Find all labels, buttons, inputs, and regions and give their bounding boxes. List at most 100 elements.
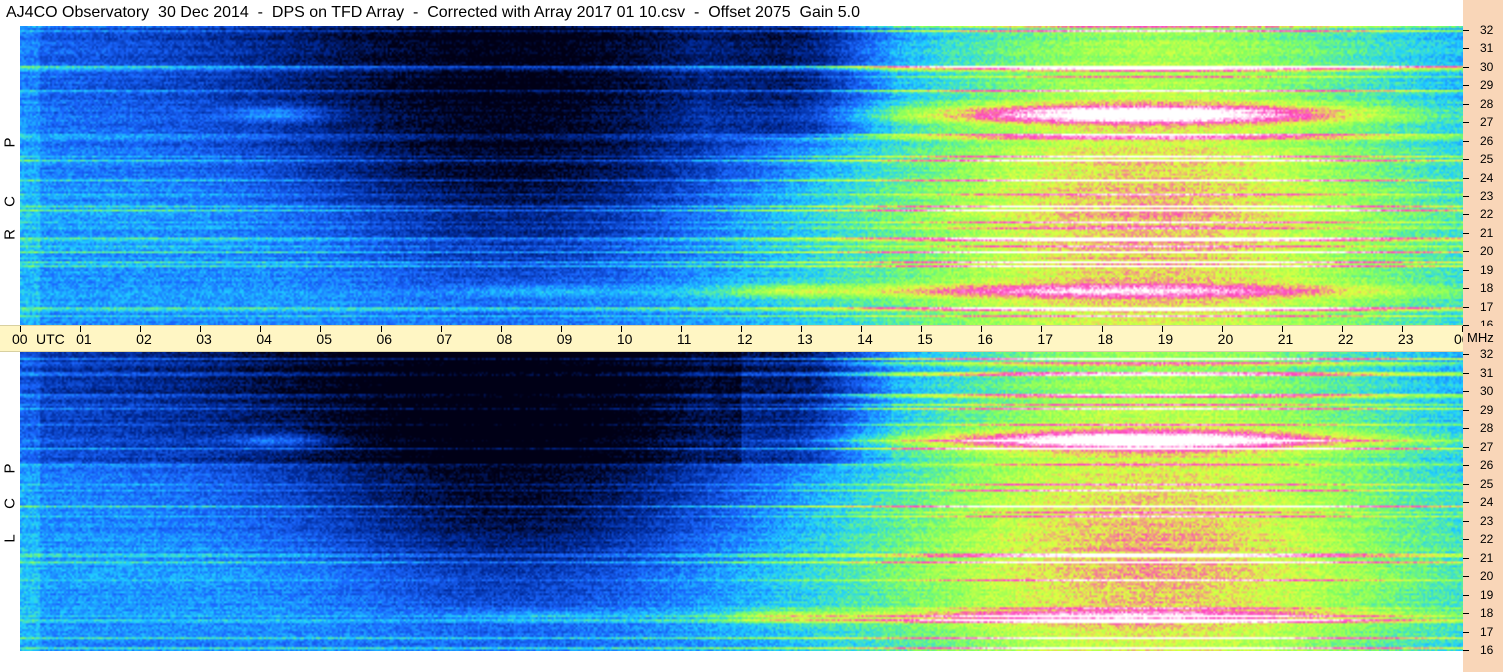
frequency-tick-label: 16	[1480, 643, 1494, 657]
frequency-tick-label: 31	[1480, 41, 1494, 56]
frequency-tick-label: 25	[1480, 476, 1494, 491]
frequency-tick	[1463, 594, 1469, 596]
frequency-tick	[1463, 631, 1469, 633]
time-tick-label: 23	[1397, 331, 1414, 347]
time-tick-label: 17	[1037, 331, 1053, 347]
frequency-tick	[1463, 85, 1469, 87]
frequency-tick-label: 20	[1480, 569, 1494, 583]
frequency-tick	[1463, 502, 1469, 503]
polarization-label-rcp: R C P	[0, 26, 20, 325]
frequency-tick	[1463, 232, 1469, 234]
frequency-tick-label: 22	[1480, 207, 1494, 222]
frequency-tick	[1463, 122, 1469, 124]
time-tick-label: 13	[797, 331, 813, 347]
time-tick-label: 20	[1217, 331, 1234, 347]
frequency-tick-label: 27	[1480, 115, 1494, 130]
time-tick-label: 03	[196, 331, 212, 347]
frequency-tick-label: 29	[1480, 402, 1494, 417]
time-tick-label: 19	[1157, 331, 1174, 347]
frequency-tick	[1463, 30, 1469, 31]
frequency-tick-label: 26	[1480, 133, 1494, 148]
frequency-tick-label: 28	[1480, 96, 1494, 111]
frequency-tick-label: 28	[1480, 421, 1494, 435]
frequency-tick	[1463, 251, 1469, 253]
frequency-tick	[1463, 214, 1469, 216]
frequency-tick-label: 26	[1480, 458, 1494, 472]
spectrogram-lcp	[20, 352, 1463, 651]
frequency-tick	[1463, 159, 1469, 161]
time-tick-label: 00	[12, 331, 28, 347]
lcp-letter-c: C	[1, 498, 19, 509]
time-axis: 00 01 02 03 04 05 06 07 08 09 10 11 12 13 14 15 16 17 18 19…	[0, 325, 1470, 352]
frequency-tick	[1463, 354, 1469, 355]
frequency-tick-label: 20	[1480, 244, 1494, 259]
frequency-tick-label: 24	[1480, 495, 1494, 509]
frequency-tick-label: 30	[1480, 59, 1494, 74]
frequency-tick	[1463, 539, 1469, 540]
frequency-tick-label: 25	[1480, 152, 1494, 167]
frequency-tick-label: 17	[1480, 624, 1494, 639]
time-tick-label: 12	[737, 331, 753, 347]
frequency-tick-label: 17	[1480, 299, 1494, 314]
time-tick-label: 01	[76, 331, 92, 347]
frequency-tick	[1463, 66, 1469, 68]
frequency-tick-label: 32	[1480, 347, 1494, 361]
time-tick-label: 04	[256, 331, 272, 347]
chart-title: AJ4CO Observatory 30 Dec 2014 - DPS on T…	[0, 0, 1463, 26]
frequency-tick	[1463, 195, 1469, 197]
lcp-letter-p: P	[1, 463, 19, 474]
frequency-axis-bottom: 32 31 30 29 28 27 26 25 24 23 22 21 20 19 18 17 16	[1463, 326, 1503, 672]
frequency-tick-label: 31	[1480, 365, 1494, 380]
frequency-tick	[1463, 650, 1469, 651]
frequency-tick	[1463, 372, 1469, 374]
frequency-tick	[1463, 103, 1469, 105]
spectrogram-rcp	[20, 26, 1463, 325]
frequency-tick-label: 22	[1480, 532, 1494, 546]
time-tick-label: 06	[376, 331, 393, 347]
time-tick-label: 07	[436, 331, 453, 347]
frequency-tick-label: 24	[1480, 170, 1494, 185]
frequency-tick	[1463, 576, 1469, 577]
frequency-tick	[1463, 48, 1469, 50]
time-tick-label: 22	[1337, 331, 1354, 347]
frequency-tick-label: 29	[1480, 78, 1494, 93]
frequency-tick	[1463, 557, 1469, 559]
time-tick-label: 08	[496, 331, 513, 347]
frequency-tick-label: 21	[1480, 550, 1494, 565]
polarization-label-lcp: L C P	[0, 352, 20, 651]
frequency-tick-label: 19	[1480, 262, 1494, 277]
time-tick-label: 21	[1277, 331, 1294, 347]
frequency-tick	[1463, 306, 1469, 308]
frequency-unit-label: MHz	[1467, 330, 1494, 345]
frequency-tick	[1463, 446, 1469, 448]
time-tick-label: 09	[556, 331, 573, 347]
time-tick-label: 16	[977, 331, 993, 347]
frequency-tick	[1463, 483, 1469, 485]
frequency-tick	[1463, 613, 1469, 614]
time-tick-label: 14	[857, 331, 873, 347]
frequency-tick-label: 18	[1480, 281, 1494, 296]
time-tick-label: 11	[676, 331, 692, 347]
frequency-tick-label: 23	[1480, 188, 1494, 203]
frequency-tick	[1463, 288, 1469, 290]
frequency-tick	[1463, 428, 1469, 429]
frequency-tick-label: 32	[1480, 23, 1494, 37]
time-tick-label: 02	[136, 331, 152, 347]
lcp-letter-l: L	[1, 534, 19, 543]
frequency-tick-label: 30	[1480, 384, 1494, 398]
time-axis-label: UTC	[36, 331, 65, 347]
frequency-tick-label: 21	[1480, 225, 1494, 240]
frequency-tick-label: 18	[1480, 606, 1494, 620]
time-tick-label: 18	[1097, 331, 1114, 347]
frequency-tick	[1463, 140, 1469, 142]
frequency-tick-label: 27	[1480, 439, 1494, 454]
time-tick-label: 10	[616, 331, 633, 347]
rcp-letter-c: C	[1, 196, 19, 207]
rcp-letter-r: R	[1, 229, 19, 240]
rcp-letter-p: P	[1, 137, 19, 148]
frequency-tick	[1463, 391, 1469, 392]
time-tick-label: 15	[917, 331, 933, 347]
time-tick-label: 05	[316, 331, 332, 347]
frequency-tick	[1463, 177, 1469, 179]
frequency-tick-label: 19	[1480, 587, 1494, 602]
